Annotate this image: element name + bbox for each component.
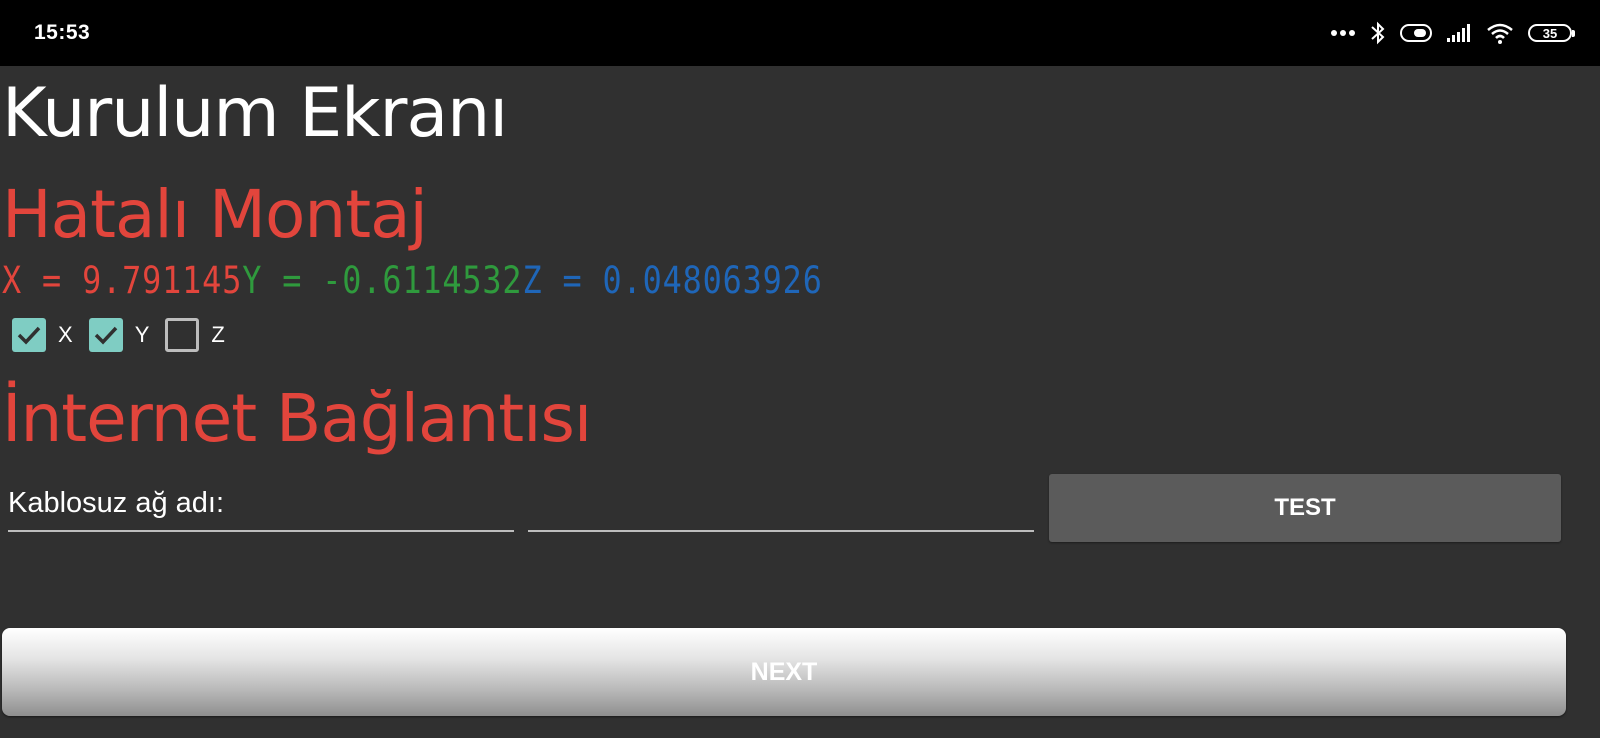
ssid-field-value: Kablosuz ağ adı: bbox=[8, 487, 225, 519]
more-icon bbox=[1330, 29, 1356, 37]
checkbox-x-box[interactable] bbox=[12, 318, 46, 352]
next-button[interactable]: NEXT bbox=[2, 628, 1566, 716]
wifi-icon bbox=[1486, 22, 1514, 44]
sensor-y-value: Y = -0.6114532 bbox=[242, 259, 523, 302]
sensor-readout: X = 9.791145 Y = -0.6114532 Z = 0.048063… bbox=[2, 262, 823, 299]
checkbox-z-box[interactable] bbox=[165, 318, 200, 352]
battery-level: 35 bbox=[1542, 25, 1558, 41]
bluetooth-icon bbox=[1370, 21, 1386, 45]
checkbox-z-label: Z bbox=[211, 322, 225, 347]
montaj-heading: Hatalı Montaj bbox=[2, 176, 428, 253]
toggle-icon bbox=[1400, 23, 1432, 43]
checkmark-icon bbox=[17, 326, 41, 345]
checkbox-x-label: X bbox=[58, 322, 73, 347]
axis-checkboxes: X Y Z bbox=[12, 318, 241, 352]
checkbox-y[interactable]: Y bbox=[88, 318, 150, 352]
sensor-x-value: X = 9.791145 bbox=[2, 259, 243, 302]
battery-icon: 35 bbox=[1528, 24, 1575, 42]
sensor-z-value: Z = 0.048063926 bbox=[522, 259, 823, 302]
internet-heading: İnternet Bağlantısı bbox=[2, 380, 592, 457]
test-button[interactable]: TEST bbox=[1049, 474, 1561, 542]
checkbox-x[interactable]: X bbox=[12, 318, 73, 352]
next-button-label: NEXT bbox=[750, 657, 818, 686]
checkbox-y-label: Y bbox=[134, 322, 150, 347]
page-title: Kurulum Ekranı bbox=[2, 74, 508, 153]
signal-icon bbox=[1446, 23, 1472, 43]
test-button-label: TEST bbox=[1274, 494, 1336, 521]
checkmark-icon bbox=[94, 326, 117, 345]
status-icons: 35 bbox=[1330, 18, 1575, 48]
ssid-field[interactable]: Kablosuz ağ adı: bbox=[8, 480, 514, 532]
checkbox-z[interactable]: Z bbox=[165, 318, 225, 352]
password-field[interactable] bbox=[528, 480, 1034, 532]
status-time: 15:53 bbox=[34, 21, 91, 44]
status-bar: 15:53 35 bbox=[0, 0, 1600, 66]
checkbox-y-box[interactable] bbox=[88, 318, 123, 352]
